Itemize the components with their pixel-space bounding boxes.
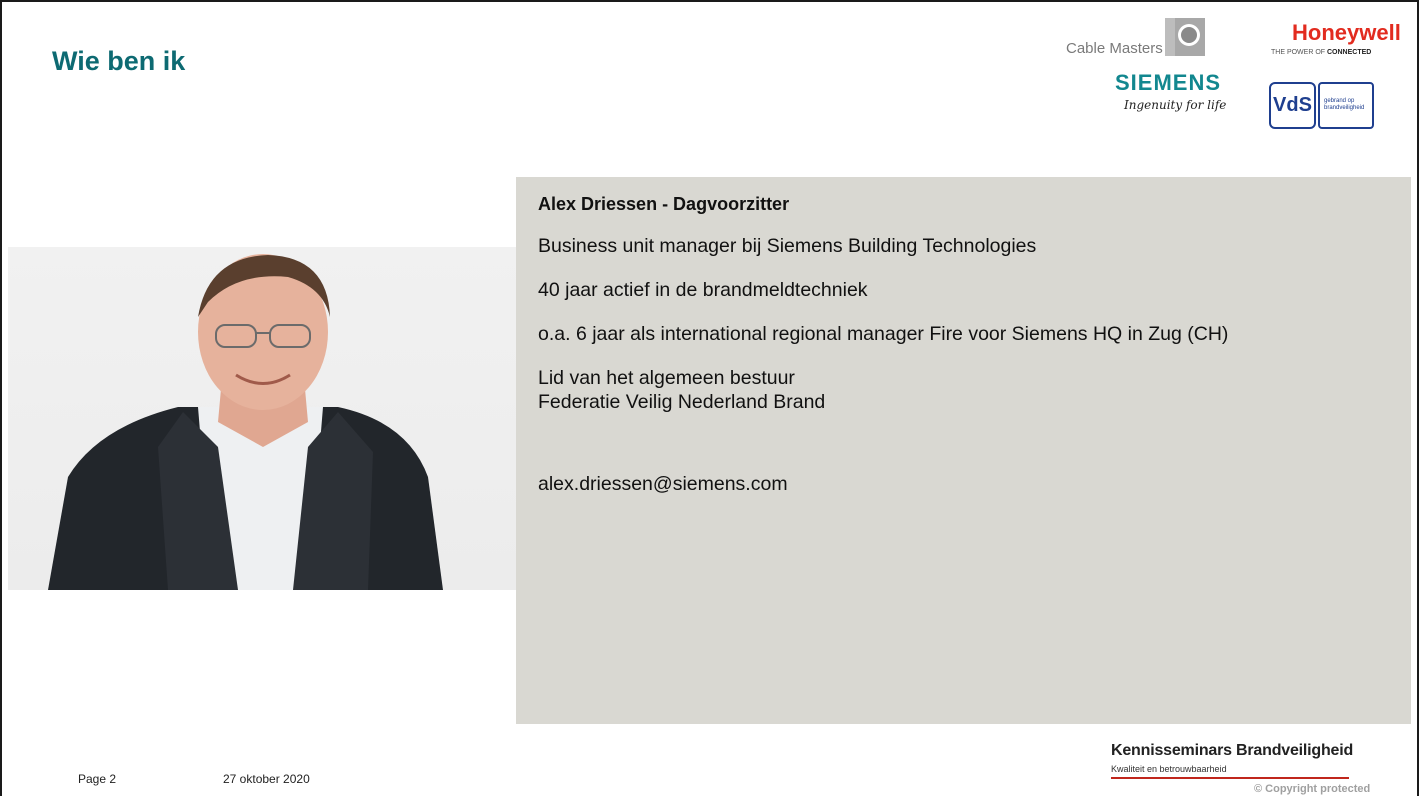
info-line: Federatie Veilig Nederland Brand (538, 391, 826, 413)
page-number: Page 2 (78, 772, 117, 786)
vds-sub-logo: gebrand op brandveiligheid (1318, 82, 1374, 129)
brand-footer-subtitle: Kwaliteit en betrouwbaarheid (1111, 764, 1227, 774)
slide-title: Wie ben ik (52, 46, 186, 76)
vds-logo: VdS (1269, 82, 1316, 129)
portrait-photo (8, 247, 516, 590)
copyright-notice: © Copyright protected (1254, 783, 1371, 795)
info-line: Business unit manager bij Siemens Buildi… (538, 235, 1037, 257)
honeywell-logo: Honeywell (1292, 20, 1401, 45)
portrait-illustration (48, 254, 443, 590)
info-line: 40 jaar actief in de brandmeldtechniek (538, 279, 868, 301)
info-line: o.a. 6 jaar als international regional m… (538, 323, 1229, 345)
honeywell-tagline: THE POWER OF CONNECTED (1271, 49, 1372, 56)
info-panel-content: Alex Driessen - Dagvoorzitter Business u… (538, 192, 1338, 496)
info-panel: Alex Driessen - Dagvoorzitter Business u… (516, 177, 1411, 724)
speaker-name-role: Alex Driessen - Dagvoorzitter (538, 194, 790, 214)
brand-footer-title: Kennisseminars Brandveiligheid (1111, 742, 1354, 759)
slide-date: 27 oktober 2020 (223, 772, 310, 786)
info-line: Lid van het algemeen bestuur (538, 367, 795, 389)
cable-masters-mark-icon (1165, 18, 1205, 56)
siemens-tagline: Ingenuity for life (1124, 98, 1227, 112)
siemens-logo: SIEMENS (1115, 70, 1222, 95)
email-link[interactable]: alex.driessen@siemens.com (538, 472, 1338, 496)
brand-footer-rule (1111, 777, 1349, 779)
cable-masters-logo: Cable Masters (1066, 40, 1163, 57)
